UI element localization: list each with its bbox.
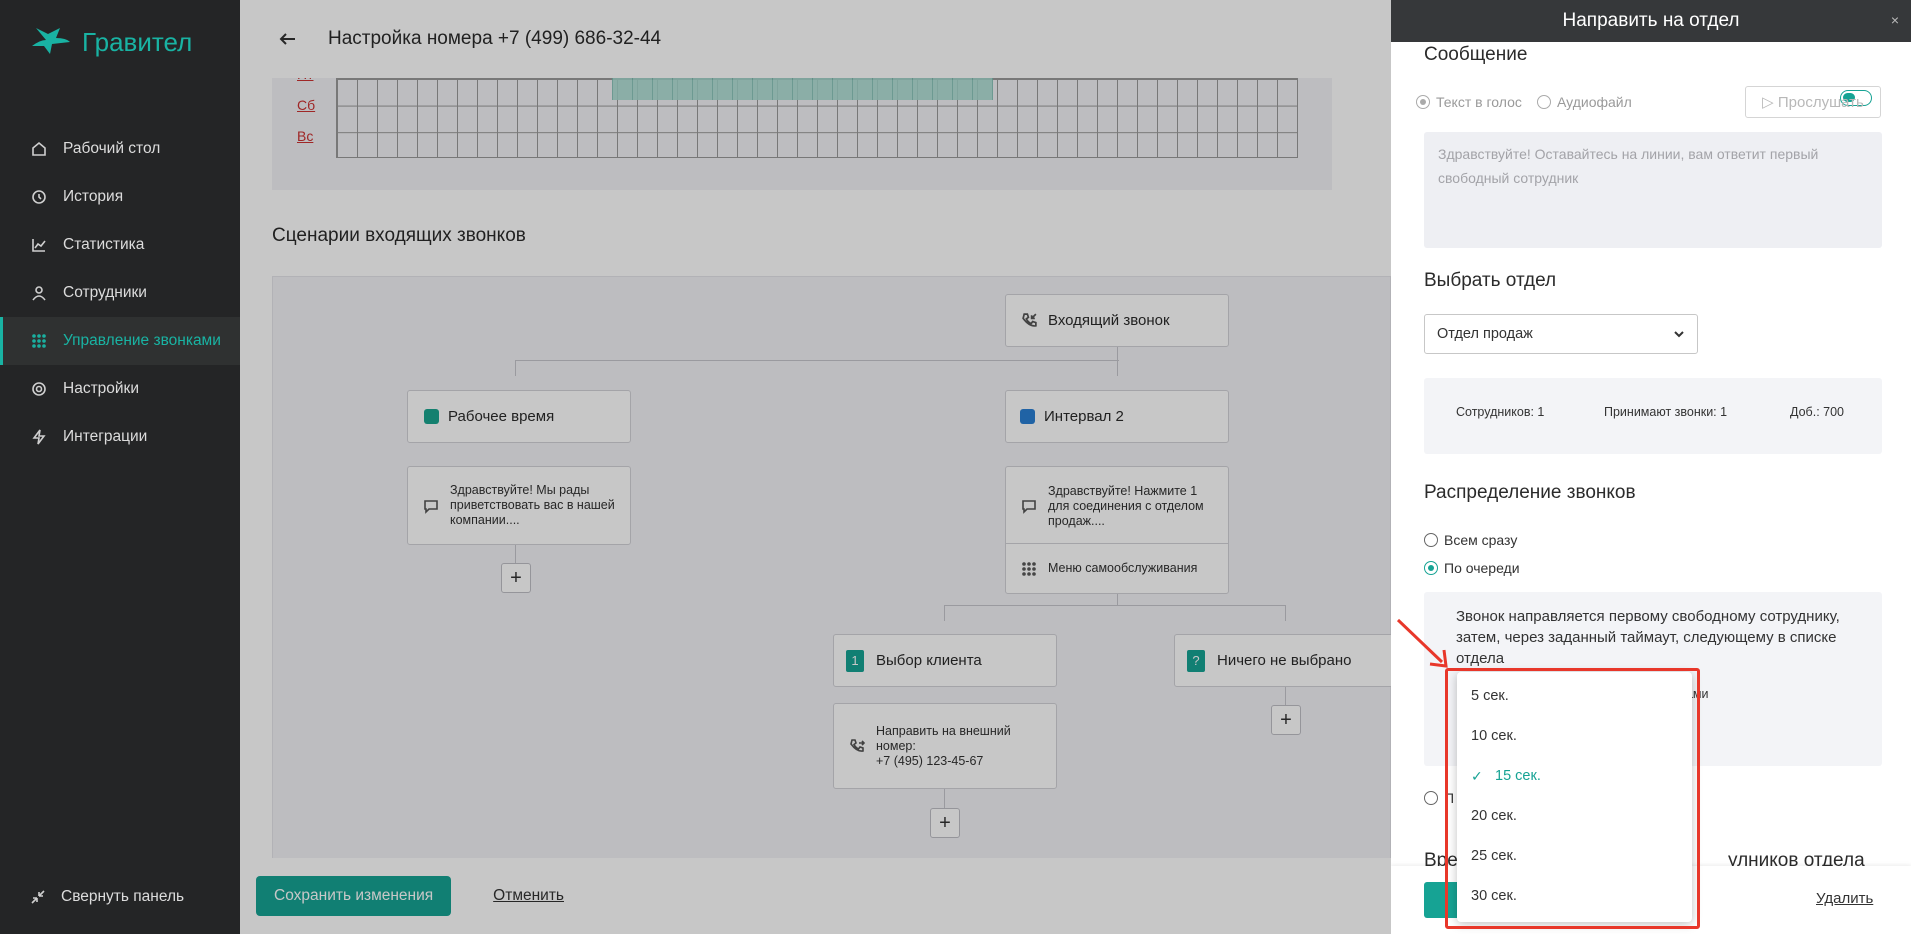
radio-dot [1424, 533, 1438, 547]
accept-calls-count: Принимают звонки: 1 [1604, 405, 1728, 419]
user-icon [30, 284, 48, 302]
radio-dot [1424, 561, 1438, 575]
department-select[interactable]: Отдел продаж [1424, 314, 1698, 354]
delete-link[interactable]: Удалить [1816, 890, 1873, 907]
chart-icon [30, 236, 48, 254]
message-section-title: Сообщение [1424, 44, 1528, 65]
tts-radio[interactable]: Текст в голос [1416, 94, 1522, 110]
collapse-label: Свернуть панель [61, 888, 185, 905]
department-section-title: Выбрать отдел [1424, 270, 1557, 291]
close-icon[interactable]: × [1891, 12, 1899, 28]
dialpad-icon [30, 332, 48, 350]
radio-label: Всем сразу [1444, 532, 1518, 548]
employees-count: Сотрудников: 1 [1456, 405, 1545, 419]
lightning-icon [30, 428, 48, 446]
radio-dot [1537, 95, 1551, 109]
sidebar-item-label: Статистика [63, 236, 145, 253]
chevron-down-icon [1674, 331, 1684, 338]
logo-text: Гравител [82, 26, 193, 57]
message-textarea[interactable]: Здравствуйте! Оставайтесь на линии, вам … [1424, 132, 1882, 248]
distribution-description: Звонок направляется первому свободному с… [1456, 608, 1840, 667]
sidebar-item-label: Сотрудники [63, 284, 147, 301]
drawer-title: Направить на отдел [1562, 10, 1740, 31]
radio-label: Аудиофайл [1557, 94, 1632, 110]
annotation-arrow-icon [1396, 618, 1448, 668]
sidebar-item-label: Рабочий стол [63, 140, 161, 157]
radio-dot [1416, 95, 1430, 109]
in-order-radio[interactable]: По очереди [1424, 560, 1520, 576]
sidebar-item-history[interactable]: История [0, 173, 240, 221]
sidebar-item-integrations[interactable]: Интеграции [0, 413, 240, 461]
department-info-box: Сотрудников: 1 Принимают звонки: 1 Доб.:… [1424, 378, 1882, 454]
sidebar-item-label: История [63, 188, 124, 205]
sidebar-item-label: Управление звонками [63, 332, 221, 349]
modal-overlay[interactable] [240, 0, 1391, 934]
distribution-section-title: Распределение звонков [1424, 482, 1636, 503]
collapse-icon [31, 890, 45, 904]
sidebar-item-label: Настройки [63, 380, 140, 397]
radio-label: По очереди [1444, 560, 1520, 576]
radio-label: Текст в голос [1436, 94, 1522, 110]
sidebar-item-desktop[interactable]: Рабочий стол [0, 125, 240, 173]
sidebar-item-label: Интеграции [63, 428, 148, 445]
audio-file-radio[interactable]: Аудиофайл [1537, 94, 1632, 110]
logo-icon [32, 28, 70, 54]
gear-icon [30, 380, 48, 398]
radio-dot [1424, 791, 1438, 805]
sidebar-item-employees[interactable]: Сотрудники [0, 269, 240, 317]
logo[interactable]: Гравител [30, 24, 192, 60]
annotation-highlight-box [1445, 668, 1700, 929]
department-select-value: Отдел продаж [1437, 326, 1533, 342]
history-icon [30, 188, 48, 206]
sidebar: Гравител Рабочий стол История Статистика… [0, 0, 240, 934]
sidebar-item-call-management[interactable]: Управление звонками [0, 317, 240, 365]
all-at-once-radio[interactable]: Всем сразу [1424, 532, 1517, 548]
home-icon [30, 140, 48, 158]
extension-number: Доб.: 700 [1790, 405, 1844, 419]
sidebar-item-settings[interactable]: Настройки [0, 365, 240, 413]
sidebar-item-statistics[interactable]: Статистика [0, 221, 240, 269]
drawer-header: Направить на отдел × [1391, 0, 1911, 42]
collapse-panel-button[interactable]: Свернуть панель [30, 888, 184, 906]
sidebar-nav: Рабочий стол История Статистика Сотрудни… [0, 125, 240, 461]
listen-button[interactable]: ▷ Прослушать [1745, 86, 1881, 118]
